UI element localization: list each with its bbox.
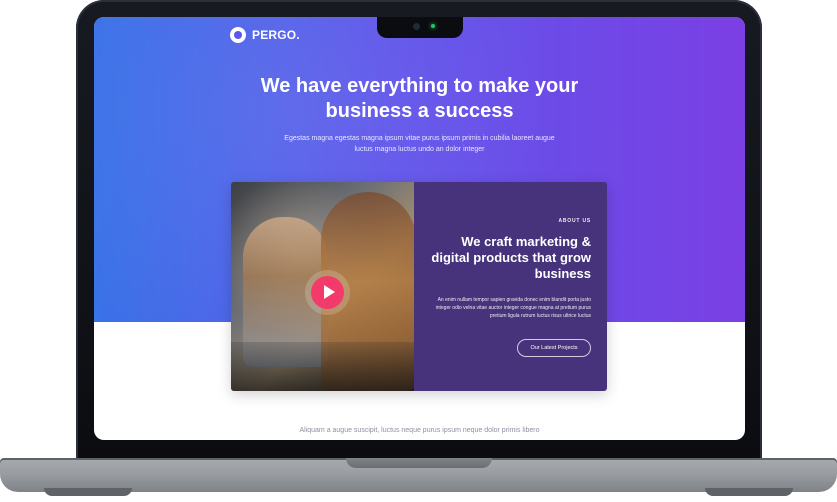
about-panel: ABOUT US We craft marketing & digital pr…: [414, 182, 607, 391]
brand-logo[interactable]: PERGO.: [230, 26, 300, 44]
latest-projects-button[interactable]: Our Latest Projects: [517, 339, 591, 357]
laptop-device: PERGO. We have everything to make your b…: [0, 0, 837, 502]
about-eyebrow: ABOUT US: [558, 218, 591, 224]
camera-notch: [377, 17, 463, 38]
about-feature-card: ABOUT US We craft marketing & digital pr…: [231, 182, 607, 391]
brand-name: PERGO.: [252, 28, 300, 42]
desk-image: [231, 342, 414, 391]
about-body: An enim nullam tempor sapien gravida don…: [435, 297, 591, 319]
laptop-screen: PERGO. We have everything to make your b…: [94, 17, 745, 440]
laptop-hinge-lip: [346, 458, 492, 468]
laptop-base: [0, 458, 837, 492]
hero-title: We have everything to make your business…: [260, 75, 579, 122]
laptop-foot-right: [705, 488, 793, 496]
hero-subtitle: Egestas magna egestas magna ipsum vitae …: [284, 135, 555, 153]
hero-section: PERGO. We have everything to make your b…: [94, 17, 745, 391]
feature-media: [231, 182, 416, 391]
camera-icon: [413, 23, 420, 30]
about-heading: We craft marketing & digital products th…: [431, 234, 591, 281]
play-video-button[interactable]: [311, 276, 344, 309]
laptop-foot-left: [44, 488, 132, 496]
section-description: Aliquam a augue suscipit, luctus neque p…: [299, 427, 540, 434]
camera-indicator-icon: [431, 24, 435, 28]
pergo-logo-icon: [230, 27, 246, 43]
